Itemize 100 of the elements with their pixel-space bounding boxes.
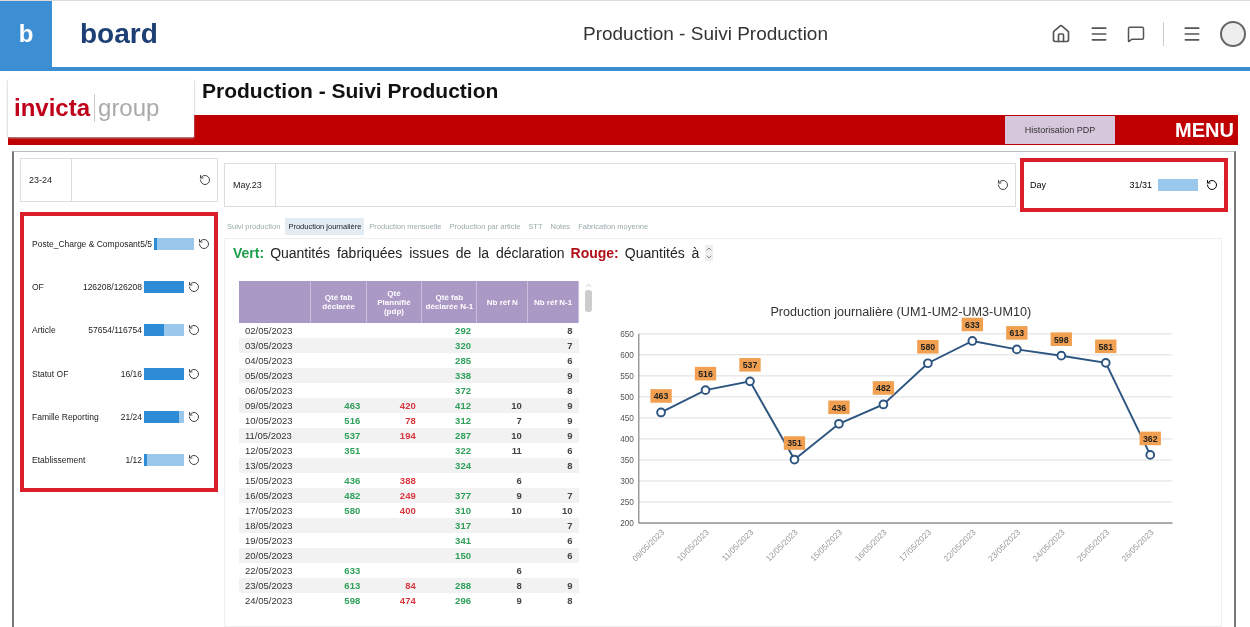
legend-label: Rouge:: [570, 245, 619, 261]
refresh-icon[interactable]: [188, 454, 200, 467]
selection-bar: [144, 281, 184, 293]
refresh-icon[interactable]: [997, 179, 1009, 191]
table-cell: 317: [421, 518, 477, 533]
table-cell: 7: [527, 338, 579, 353]
data-label: 436: [828, 400, 850, 415]
table-cell: 8: [527, 323, 579, 338]
table-cell: 400: [366, 503, 422, 518]
table-cell: 7: [476, 413, 528, 428]
filter-count: 126208/126208: [82, 282, 142, 292]
month-selector[interactable]: May.23: [224, 163, 1016, 207]
data-label: 633: [965, 319, 980, 330]
table-cell: 9: [527, 398, 579, 413]
table-cell: 17/05/2023: [239, 503, 311, 518]
table-cell: 8: [527, 458, 579, 473]
table-cell: 19/05/2023: [239, 533, 311, 548]
table-cell: 420: [366, 398, 422, 413]
data-label: 482: [872, 381, 895, 395]
filter-count: 1/12: [125, 455, 142, 466]
refresh-icon[interactable]: [188, 367, 200, 380]
table-cell: 78: [366, 413, 422, 428]
refresh-icon[interactable]: [198, 237, 211, 250]
filter-label: Poste_Charge & Composant: [32, 238, 141, 249]
legend-text: Quantités à: [624, 245, 700, 261]
table-cell: 11/05/2023: [239, 428, 311, 443]
table-cell: 22/05/2023: [239, 563, 311, 578]
table-cell: 10: [527, 503, 579, 518]
table-cell: 322: [421, 443, 477, 458]
column-header: Qté fab déclarée N-1: [421, 281, 477, 323]
table-cell: 436: [310, 473, 367, 488]
data-point: [834, 418, 844, 429]
table-cell: 341: [421, 533, 477, 548]
filter-count: 5/5: [140, 238, 153, 249]
refresh-icon[interactable]: [199, 174, 211, 186]
refresh-icon[interactable]: [188, 324, 200, 337]
table-cell: 06/05/2023: [239, 383, 311, 398]
table-cell: 6: [527, 353, 579, 368]
refresh-icon[interactable]: [1206, 179, 1218, 191]
table-cell: 9: [527, 413, 579, 428]
spinner-icon[interactable]: [705, 245, 714, 261]
refresh-icon[interactable]: [188, 410, 200, 423]
table-cell: 194: [366, 428, 422, 443]
table-cell: 10: [476, 398, 528, 413]
table-cell: 324: [421, 458, 477, 473]
table-cell: 288: [421, 578, 477, 593]
data-point: [923, 358, 933, 369]
data-label: 482: [876, 383, 891, 394]
data-point: [1100, 357, 1111, 368]
table-cell: 388: [366, 473, 422, 488]
data-point: [745, 376, 755, 387]
data-label: 516: [698, 369, 713, 380]
table-cell: 7: [527, 518, 579, 533]
table-cell: 312: [421, 413, 477, 428]
data-point: [656, 407, 666, 418]
year-selector[interactable]: 23-24: [20, 158, 218, 202]
table-cell: 11: [476, 443, 528, 458]
scrollbar-thumb[interactable]: [584, 290, 592, 312]
column-header: Qté Plannifié (pdp): [366, 281, 422, 323]
filter-label: Etablissement: [32, 455, 87, 466]
refresh-icon[interactable]: [188, 281, 200, 293]
data-point: [1145, 450, 1156, 460]
data-point: [967, 336, 978, 346]
filter-label: Famille Reporting: [32, 411, 100, 422]
data-label: 537: [739, 358, 761, 372]
data-point: [789, 454, 800, 465]
table-cell: 292: [421, 323, 477, 338]
avatar-icon[interactable]: [1220, 21, 1246, 47]
chart-title: Production journalière (UM1-UM2-UM3-UM10): [770, 305, 1032, 320]
table-cell: 338: [421, 368, 477, 383]
data-label: 516: [694, 366, 717, 381]
table-cell: 351: [310, 443, 367, 458]
table-cell: 18/05/2023: [239, 518, 311, 533]
table-cell: 05/05/2023: [239, 368, 311, 383]
table-cell: 6: [527, 443, 579, 458]
filter-label: OF: [32, 282, 45, 292]
filter-count: 21/24: [120, 411, 142, 422]
history-button[interactable]: Historisation PDP: [1005, 116, 1116, 144]
window-title: Production - Suivi Production: [582, 23, 829, 45]
table-cell: 9: [476, 488, 528, 503]
table-cell: 9: [527, 428, 579, 443]
data-label: 362: [1139, 431, 1161, 446]
data-label: 613: [1006, 326, 1028, 340]
data-label: 351: [783, 436, 806, 450]
selection-bar: [144, 410, 184, 423]
column-header: Nb réf N: [476, 281, 528, 323]
day-filter[interactable]: Day 31/31: [1020, 158, 1228, 212]
menu-icon[interactable]: [1182, 24, 1202, 44]
table-cell: 6: [476, 563, 528, 578]
column-header: [239, 281, 311, 323]
menu-link[interactable]: MENU: [1175, 118, 1234, 142]
filter-count: 57654/116754: [88, 325, 142, 336]
table-cell: 10: [476, 503, 528, 518]
legend-text: Quantités fabriquées issues de la déclaration: [270, 245, 565, 261]
table-cell: 84: [366, 578, 422, 593]
page-title: Production - Suivi Production: [201, 79, 500, 104]
chat-icon[interactable]: [1127, 25, 1145, 43]
data-label: 580: [917, 339, 939, 354]
table-cell: 372: [421, 383, 477, 398]
home-icon[interactable]: [1051, 24, 1071, 44]
